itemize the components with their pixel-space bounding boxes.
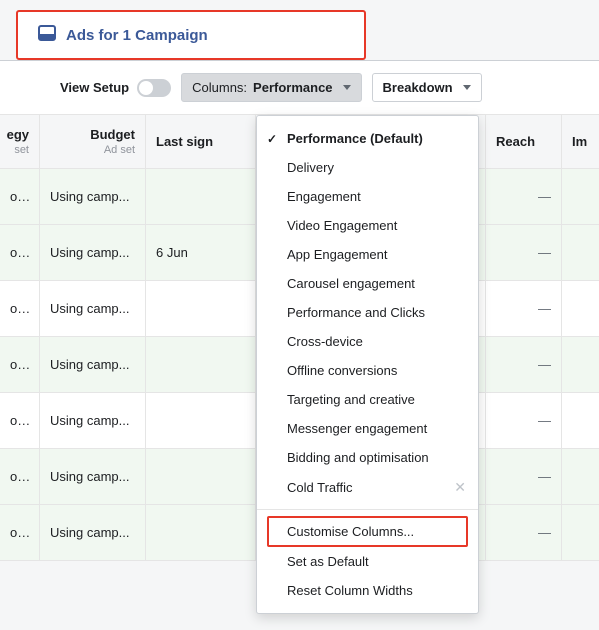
view-setup-label: View Setup — [60, 80, 129, 95]
cell-impressions — [562, 337, 599, 392]
view-setup[interactable]: View Setup — [60, 79, 171, 97]
columns-action-item[interactable]: Reset Column Widths — [257, 576, 478, 605]
close-icon[interactable]: ✕ — [454, 479, 466, 496]
caret-down-icon — [343, 85, 351, 90]
tab-bar: Ads for 1 Campaign — [0, 0, 599, 61]
col-header-budget[interactable]: Budget Ad set — [40, 115, 146, 168]
cell-lastsign — [146, 169, 256, 224]
menu-separator — [257, 509, 478, 510]
menu-item-label: Customise Columns... — [287, 524, 414, 539]
cell-reach: — — [486, 449, 562, 504]
menu-item-label: Cross-device — [287, 334, 363, 349]
columns-preset-item[interactable]: Performance and Clicks — [257, 298, 478, 327]
columns-preset-item[interactable]: Engagement — [257, 182, 478, 211]
cell-impressions — [562, 281, 599, 336]
ads-tab-icon — [38, 24, 56, 46]
columns-value: Performance — [253, 80, 332, 95]
cell-impressions — [562, 505, 599, 560]
view-setup-toggle[interactable] — [137, 79, 171, 97]
columns-preset-item[interactable]: Cross-device — [257, 327, 478, 356]
menu-item-label: Performance and Clicks — [287, 305, 425, 320]
menu-item-label: Video Engagement — [287, 218, 397, 233]
col-header-reach[interactable]: Reach — [486, 115, 562, 168]
cell-impressions — [562, 393, 599, 448]
cell-lastsign — [146, 505, 256, 560]
cell-lastsign — [146, 281, 256, 336]
cell-budget: Using camp... — [40, 505, 146, 560]
cell-lastsign — [146, 393, 256, 448]
cell-reach: — — [486, 169, 562, 224]
cell-budget: Using camp... — [40, 169, 146, 224]
cell-budget: Using camp... — [40, 393, 146, 448]
menu-item-label: Performance (Default) — [287, 131, 423, 146]
col-header-lastsign[interactable]: Last sign — [146, 115, 256, 168]
caret-down-icon — [463, 85, 471, 90]
col-header-impressions[interactable]: Im — [562, 115, 599, 168]
cell-reach: — — [486, 505, 562, 560]
cell-reach: — — [486, 281, 562, 336]
menu-item-label: Bidding and optimisation — [287, 450, 429, 465]
cell-reach: — — [486, 393, 562, 448]
cell-budget: Using camp... — [40, 281, 146, 336]
breakdown-label: Breakdown — [383, 80, 453, 95]
menu-item-label: Engagement — [287, 189, 361, 204]
columns-preset-item[interactable]: Targeting and creative — [257, 385, 478, 414]
cell-strategy: ost e... — [0, 449, 40, 504]
cell-strategy: ost e... — [0, 505, 40, 560]
menu-item-label: Cold Traffic — [287, 480, 353, 495]
columns-preset-item[interactable]: Cold Traffic ✕ — [257, 472, 478, 503]
breakdown-dropdown-trigger[interactable]: Breakdown — [372, 73, 482, 102]
cell-lastsign — [146, 449, 256, 504]
columns-prefix: Columns: — [192, 80, 247, 95]
columns-preset-item[interactable]: Bidding and optimisation — [257, 443, 478, 472]
cell-impressions — [562, 449, 599, 504]
cell-lastsign: 6 Jun — [146, 225, 256, 280]
cell-strategy: ost e... — [0, 337, 40, 392]
cell-budget: Using camp... — [40, 449, 146, 504]
menu-item-label: Reset Column Widths — [287, 583, 413, 598]
customise-columns-item[interactable]: Customise Columns... — [267, 516, 468, 547]
ads-tab[interactable]: Ads for 1 Campaign — [16, 10, 366, 60]
menu-item-label: Targeting and creative — [287, 392, 415, 407]
columns-preset-item[interactable]: App Engagement — [257, 240, 478, 269]
menu-item-label: Messenger engagement — [287, 421, 427, 436]
cell-impressions — [562, 169, 599, 224]
table-toolbar: View Setup Columns: Performance Breakdow… — [0, 61, 599, 115]
ads-tab-label: Ads for 1 Campaign — [66, 27, 208, 44]
columns-preset-item[interactable]: Messenger engagement — [257, 414, 478, 443]
cell-budget: Using camp... — [40, 337, 146, 392]
columns-preset-item[interactable]: Video Engagement — [257, 211, 478, 240]
columns-dropdown-menu: Performance (Default) Delivery Engagement V… — [256, 115, 479, 614]
menu-item-label: App Engagement — [287, 247, 387, 262]
menu-item-label: Set as Default — [287, 554, 369, 569]
columns-action-item[interactable]: Set as Default — [257, 547, 478, 576]
cell-impressions — [562, 225, 599, 280]
menu-item-label: Offline conversions — [287, 363, 397, 378]
columns-preset-item[interactable]: Carousel engagement — [257, 269, 478, 298]
grid-wrapper: egy set Budget Ad set Last sign Reach Im… — [0, 115, 599, 561]
cell-strategy: ost e... — [0, 281, 40, 336]
cell-lastsign — [146, 337, 256, 392]
columns-preset-item[interactable]: Performance (Default) — [257, 124, 478, 153]
columns-preset-item[interactable]: Offline conversions — [257, 356, 478, 385]
cell-reach: — — [486, 225, 562, 280]
cell-strategy: ost e... — [0, 225, 40, 280]
cell-strategy: ost e... — [0, 169, 40, 224]
cell-budget: Using camp... — [40, 225, 146, 280]
cell-reach: — — [486, 337, 562, 392]
columns-preset-item[interactable]: Delivery — [257, 153, 478, 182]
columns-dropdown-trigger[interactable]: Columns: Performance — [181, 73, 361, 102]
menu-item-label: Carousel engagement — [287, 276, 415, 291]
menu-item-label: Delivery — [287, 160, 334, 175]
col-header-strategy[interactable]: egy set — [0, 115, 40, 168]
cell-strategy: ost e... — [0, 393, 40, 448]
